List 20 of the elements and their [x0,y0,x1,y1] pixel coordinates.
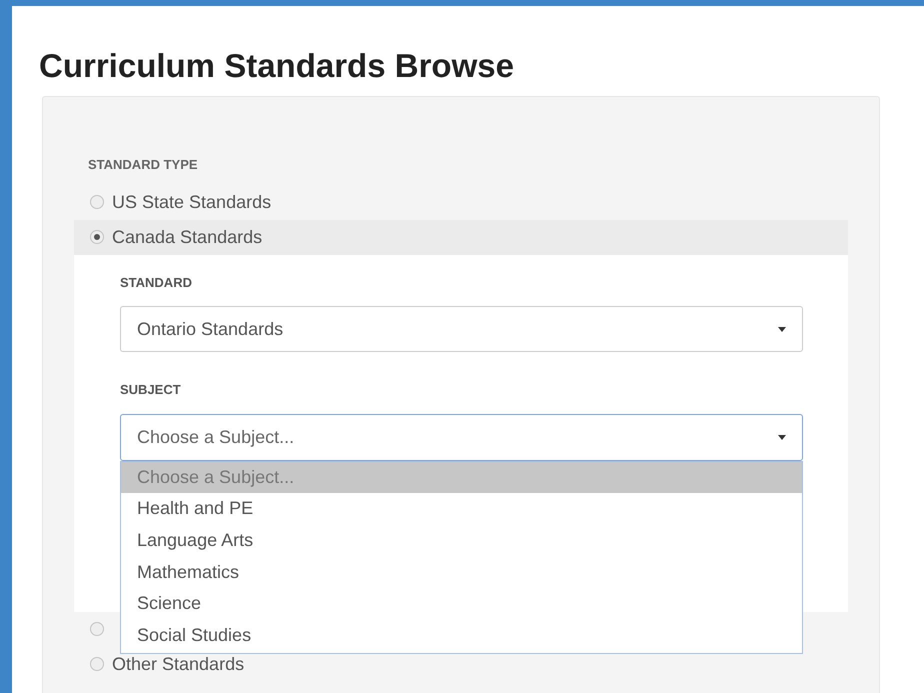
field-label: SUBJECT [120,381,182,399]
field-label: STANDARD [120,274,193,292]
caret-icon [778,434,786,440]
page-title: Curriculum Standards Browse [39,46,515,86]
radio-button[interactable] [90,657,104,671]
radio-label: Other Standards [112,652,244,676]
radio-button[interactable] [90,195,104,209]
dropdown-option[interactable]: Science [121,588,802,620]
caret-icon [778,326,786,332]
standard-select[interactable]: Ontario Standards [120,306,803,352]
radio-button[interactable] [90,230,104,244]
radio-label: Canada Standards [112,226,262,248]
section-label: STANDARD TYPE [88,156,199,174]
radio-label: US State Standards [112,190,272,214]
dropdown-option[interactable]: Social Studies [121,619,802,652]
dropdown-option[interactable]: Health and PE [121,493,802,525]
radio-button[interactable] [90,622,104,636]
dropdown-option[interactable]: Mathematics [121,556,802,588]
dropdown-option[interactable]: Language Arts [121,524,802,556]
subject-select[interactable]: Choose a Subject... [120,414,803,460]
